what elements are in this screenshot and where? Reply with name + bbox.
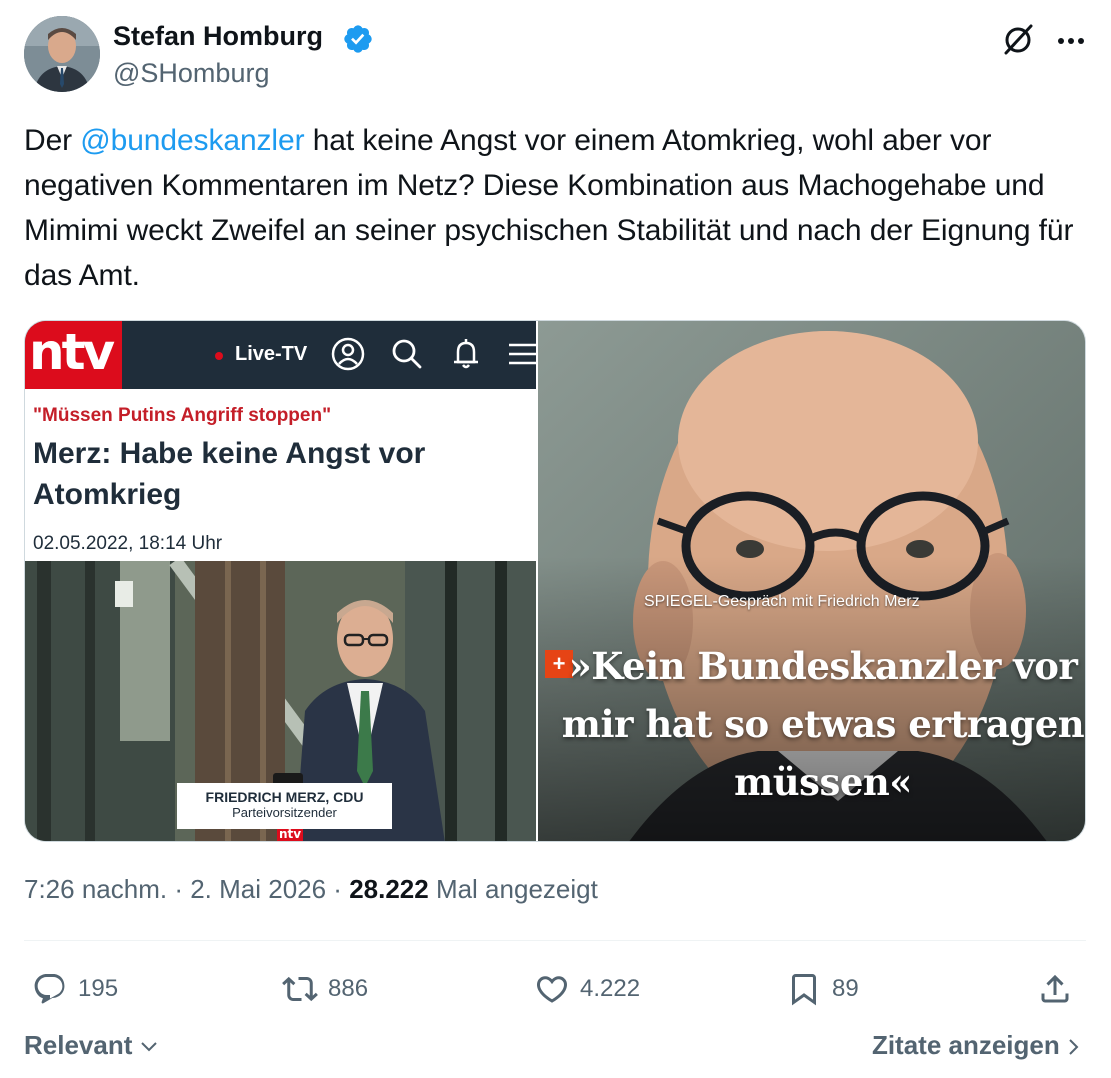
author-avatar[interactable] — [24, 16, 100, 92]
views-label: Mal angezeigt — [428, 874, 598, 904]
lower-third-name: FRIEDRICH MERZ, CDU — [205, 789, 364, 805]
author-name[interactable]: Stefan Homburg — [113, 21, 323, 52]
menu-icon — [509, 343, 536, 365]
lower-third: FRIEDRICH MERZ, CDU Parteivorsitzender — [177, 783, 392, 829]
ntv-headline: Merz: Habe keine Angst vor Atomkrieg — [33, 437, 426, 511]
mention-link[interactable]: @bundeskanzler — [80, 124, 304, 157]
view-quotes-link[interactable]: Zitate anzeigen — [872, 1030, 1081, 1061]
like-count: 4.222 — [580, 975, 641, 1002]
verified-badge-icon[interactable] — [342, 23, 374, 55]
repost-count: 886 — [328, 975, 369, 1002]
grok-icon[interactable] — [1001, 22, 1035, 56]
sort-label: Relevant — [24, 1030, 133, 1060]
ntv-logo-text: ntv — [29, 323, 115, 381]
tweet-meta: 7:26 nachm. · 2. Mai 2026 · 28.222 Mal a… — [24, 874, 598, 905]
tweet-date[interactable]: 2. Mai 2026 — [190, 874, 326, 904]
chevron-down-icon — [140, 1042, 157, 1052]
live-tv-label: Live-TV — [235, 343, 308, 365]
avatar-photo — [24, 16, 100, 92]
bell-icon — [454, 339, 478, 369]
ntv-date: 02.05.2022, 18:14 Uhr — [33, 533, 223, 554]
reply-button[interactable]: 195 — [32, 965, 118, 1013]
repost-icon — [282, 976, 318, 1002]
bookmark-button[interactable]: 89 — [786, 965, 859, 1013]
author-handle[interactable]: @SHomburg — [113, 58, 269, 89]
sort-dropdown[interactable]: Relevant — [24, 1030, 158, 1061]
action-bar: 195 886 4.222 89 — [24, 965, 1086, 1013]
ntv-logo: ntv — [25, 321, 122, 389]
bookmark-icon — [792, 974, 816, 1006]
meta-separator: · — [326, 874, 350, 904]
media-image-ntv[interactable]: ntv Live-TV "Müssen Putins Angriff stopp… — [25, 321, 536, 841]
tweet-media: ntv Live-TV "Müssen Putins Angriff stopp… — [24, 320, 1086, 842]
lower-third-role: Parteivorsitzender — [232, 805, 337, 820]
view-count: 28.222 — [349, 874, 429, 904]
spiegel-quote: »Kein Bundeskanzler vor mir hat so etwas… — [561, 644, 1085, 804]
account-icon — [331, 337, 365, 371]
more-options-icon[interactable] — [1054, 24, 1088, 58]
chevron-right-icon — [1069, 1039, 1079, 1055]
ntv-kicker: "Müssen Putins Angriff stoppen" — [33, 405, 332, 426]
spiegel-caption: SPIEGEL-Gespräch mit Friedrich Merz — [644, 593, 920, 610]
tweet-time[interactable]: 7:26 nachm. — [24, 874, 167, 904]
tweet-header: Stefan Homburg @SHomburg — [24, 16, 1086, 94]
reply-icon — [34, 974, 65, 1004]
ntv-video-still: ntv FRIEDRICH MERZ, CDU Parteivorsitzend… — [25, 561, 536, 841]
mic-ntv-logo: ntv — [279, 827, 301, 841]
heart-icon — [536, 976, 568, 1003]
media-image-spiegel[interactable]: SPIEGEL-Gespräch mit Friedrich Merz + »K… — [538, 321, 1085, 841]
share-button[interactable] — [1037, 965, 1073, 1013]
live-dot-icon — [215, 352, 223, 360]
tweet-text: Der @bundeskanzler hat keine Angst vor e… — [24, 118, 1090, 298]
tweet-text-before: Der — [24, 124, 81, 157]
divider — [24, 940, 1086, 941]
reply-count: 195 — [78, 975, 119, 1002]
like-button[interactable]: 4.222 — [534, 965, 640, 1013]
search-icon — [392, 339, 422, 369]
quotes-label: Zitate anzeigen — [871, 1030, 1060, 1060]
ntv-navbar: ntv Live-TV — [25, 321, 536, 389]
repost-button[interactable]: 886 — [282, 965, 368, 1013]
share-icon — [1041, 974, 1069, 1003]
bookmark-count: 89 — [832, 975, 859, 1002]
meta-separator: · — [167, 874, 191, 904]
